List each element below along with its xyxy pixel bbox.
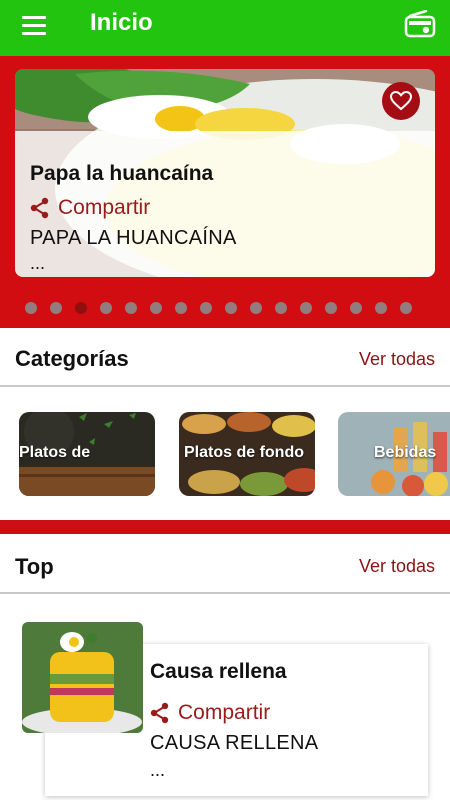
carousel-dot[interactable]	[50, 302, 62, 314]
category-label: Bebidas	[374, 444, 437, 461]
featured-title: Papa la huancaína	[30, 162, 214, 185]
menu-icon[interactable]	[20, 14, 50, 38]
section-separator	[0, 520, 450, 534]
carousel-dot[interactable]	[275, 302, 287, 314]
divider	[0, 592, 450, 594]
page-title: Inicio	[90, 9, 153, 36]
top-header: Top Ver todas	[0, 534, 450, 594]
carousel-dot[interactable]	[325, 302, 337, 314]
app-bar: Inicio	[0, 0, 450, 56]
categories-see-all-link[interactable]: Ver todas	[359, 349, 435, 370]
carousel-dot[interactable]	[100, 302, 112, 314]
top-item-description: CAUSA RELLENA	[150, 732, 319, 754]
carousel-dot[interactable]	[125, 302, 137, 314]
featured-card[interactable]: Papa la huancaína Compartir PAPA LA HUAN…	[15, 69, 435, 277]
carousel-dot[interactable]	[350, 302, 362, 314]
featured-share-button[interactable]: Compartir	[30, 196, 150, 220]
category-card[interactable]: Platos de fondo	[179, 412, 315, 496]
carousel-dot[interactable]	[175, 302, 187, 314]
carousel-dot[interactable]	[150, 302, 162, 314]
share-label: Compartir	[178, 701, 271, 724]
carousel-dot[interactable]	[375, 302, 387, 314]
featured-ellipsis: ...	[30, 253, 46, 273]
carousel-dot[interactable]	[75, 302, 87, 314]
top-item-title: Causa rellena	[150, 660, 287, 683]
top-item-ellipsis: ...	[150, 760, 166, 780]
carousel-dot[interactable]	[25, 302, 37, 314]
top-item-share-button[interactable]: Compartir	[150, 701, 270, 725]
top-item-image	[22, 622, 143, 733]
top-see-all-link[interactable]: Ver todas	[359, 556, 435, 577]
category-card[interactable]: Bebidas	[338, 412, 450, 496]
carousel-indicator	[25, 302, 425, 314]
category-label: Platos de	[19, 444, 91, 461]
favorite-button[interactable]	[382, 82, 420, 120]
carousel-dot[interactable]	[250, 302, 262, 314]
share-icon	[30, 197, 49, 219]
featured-carousel[interactable]: Papa la huancaína Compartir PAPA LA HUAN…	[0, 56, 450, 328]
carousel-dot[interactable]	[200, 302, 212, 314]
top-title: Top	[15, 554, 54, 579]
share-icon	[150, 702, 169, 724]
carousel-dot[interactable]	[300, 302, 312, 314]
radio-icon[interactable]	[404, 9, 436, 38]
divider	[0, 385, 450, 387]
share-label: Compartir	[58, 196, 151, 219]
categories-header: Categorías Ver todas	[0, 328, 450, 388]
featured-description: PAPA LA HUANCAÍNA	[30, 227, 237, 249]
category-label: Platos de fondo	[184, 444, 304, 461]
categories-title: Categorías	[15, 346, 129, 371]
category-card[interactable]: Platos de	[19, 412, 155, 496]
carousel-dot[interactable]	[400, 302, 412, 314]
carousel-dot[interactable]	[225, 302, 237, 314]
heart-icon	[390, 91, 412, 111]
